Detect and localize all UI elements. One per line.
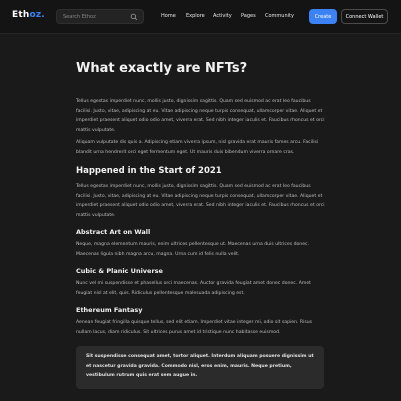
- subheading-cubic-planic: Cubic & Planic Universe: [76, 267, 163, 275]
- search-input[interactable]: [63, 12, 129, 22]
- nav-link-activity[interactable]: Activity: [213, 13, 232, 19]
- search-icon[interactable]: [130, 13, 138, 21]
- nav-link-pages[interactable]: Pages: [241, 13, 256, 19]
- subheading-abstract-art: Abstract Art on Wall: [76, 228, 151, 236]
- top-navbar: Ethoz. Home Explore Activity Pages Commu…: [0, 0, 401, 34]
- section-paragraph: Tellus egestas imperdiet nunc, mollis ju…: [76, 184, 325, 218]
- blockquote: Sit suspendisse consequat amet, tortor a…: [76, 346, 324, 389]
- paragraph-ethereum-fantasy: Aenean feugiat fringilla quisque tellus,…: [76, 320, 313, 335]
- intro-paragraph-1: Tellus egestas imperdiet nunc, mollis ju…: [76, 99, 325, 133]
- create-button[interactable]: Create: [309, 9, 337, 24]
- connect-wallet-button[interactable]: Connect Wallet: [341, 9, 388, 24]
- section-heading: Happened in the Start of 2021: [76, 166, 222, 176]
- nav-link-home[interactable]: Home: [161, 13, 176, 19]
- page-title: What exactly are NFTs?: [76, 61, 248, 76]
- logo-text: Eth: [12, 10, 30, 20]
- blockquote-text: Sit suspendisse consequat amet, tortor a…: [86, 354, 314, 378]
- intro-paragraph-2: Aliquam vulputate dis quis a. Adipiscing…: [76, 140, 319, 155]
- paragraph-abstract-art: Neque, magna elementum mauris, enim ultr…: [76, 242, 310, 257]
- subheading-ethereum-fantasy: Ethereum Fantasy: [76, 306, 143, 314]
- logo-accent-text: oz.: [29, 10, 45, 20]
- nav-link-explore[interactable]: Explore: [186, 13, 205, 19]
- brand-logo[interactable]: Ethoz.: [12, 10, 45, 20]
- paragraph-cubic-planic: Nunc vel mi suspendisse et phasellus orc…: [76, 281, 311, 296]
- nav-link-community[interactable]: Community: [265, 13, 294, 19]
- search-box[interactable]: [56, 9, 144, 24]
